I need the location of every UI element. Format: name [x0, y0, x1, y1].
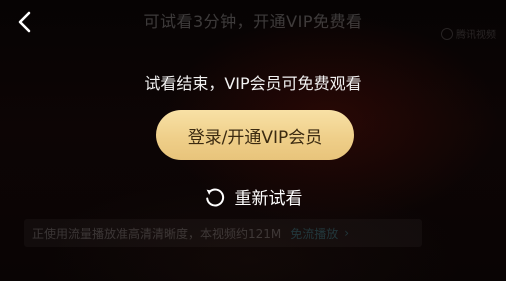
trial-ended-message: 试看结束，VIP会员可免费观看	[144, 74, 362, 93]
free-data-play-link[interactable]: 免流播放	[290, 225, 338, 242]
data-usage-text: 正使用流量播放准高清清晰度，本视频约121M	[32, 226, 282, 241]
watermark: 腾讯视频	[441, 26, 496, 41]
trial-banner: 可试看3分钟，开通VIP免费看	[143, 12, 363, 31]
login-open-vip-button[interactable]: 登录/开通VIP会员	[156, 110, 354, 160]
chevron-right-icon: ›	[344, 226, 350, 240]
video-player: 可试看3分钟，开通VIP免费看 腾讯视频 试看结束，VIP会员可免费观看 登录/…	[0, 0, 506, 281]
replay-icon	[204, 186, 226, 208]
data-usage-notice: 正使用流量播放准高清清晰度，本视频约121M 免流播放 ›	[24, 219, 422, 247]
replay-button[interactable]: 重新试看	[0, 184, 506, 209]
replay-label: 重新试看	[234, 189, 303, 209]
tencent-video-logo-icon	[441, 27, 453, 40]
watermark-text: 腾讯视频	[456, 30, 496, 41]
